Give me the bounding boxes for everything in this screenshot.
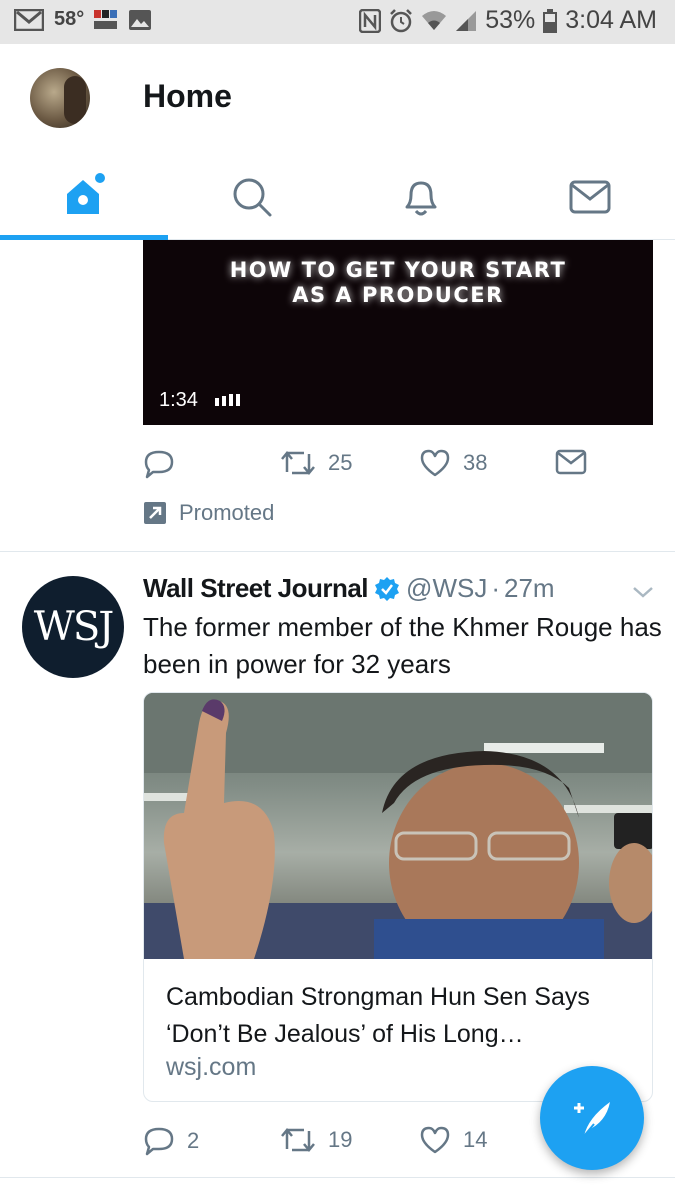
tab-bar [0,154,675,240]
promoted-icon [144,502,166,524]
mail-icon [569,180,611,214]
retweet-count: 25 [328,450,353,475]
card-photo [144,693,652,959]
reply-count: 2 [187,1128,200,1153]
card-domain: wsj.com [166,1053,257,1081]
retweet-icon [281,451,315,475]
compose-tweet-button[interactable] [540,1066,644,1170]
reply-icon [144,1127,174,1156]
reply-button[interactable]: 2 [143,1125,199,1157]
author-name[interactable]: Wall Street Journal [143,573,369,604]
signal-icon [456,10,477,31]
npr-news-icon [94,9,118,29]
retweet-icon [281,1128,315,1152]
like-count: 14 [463,1127,488,1152]
link-card[interactable]: Cambodian Strongman Hun Sen Says ‘Don’t … [143,692,653,1102]
heart-icon [420,449,450,477]
card-image [144,693,652,959]
compose-feather-icon [574,1102,610,1137]
promoted-text: Promoted [179,500,275,525]
tweet-header: Wall Street Journal @WSJ · 27m [143,573,555,604]
page-title: Home [143,78,232,114]
tab-notifications[interactable] [337,154,505,240]
volume-bars-icon [215,394,240,406]
tab-search[interactable] [168,154,336,240]
timeline: HOW TO GET YOUR START AS A PRODUCER 1:34… [0,240,675,1200]
like-button[interactable]: 14 [419,1125,487,1155]
dm-share-button[interactable] [555,448,587,476]
wsj-avatar[interactable]: WSJ [22,576,124,678]
retweet-button[interactable]: 25 [280,448,352,478]
clock: 3:04 AM [565,6,657,34]
promoted-label[interactable]: Promoted [143,500,274,526]
tweet-divider [0,551,675,552]
profile-avatar[interactable] [30,68,90,128]
battery-icon [543,8,558,33]
card-title: Cambodian Strongman Hun Sen Says ‘Don’t … [166,983,590,1048]
nfc-icon [359,8,382,33]
video-player[interactable]: HOW TO GET YOUR START AS A PRODUCER 1:34 [143,240,653,425]
tweet-text: The former member of the Khmer Rouge has… [143,612,662,679]
temperature: 58° [54,8,85,30]
video-title: HOW TO GET YOUR START AS A PRODUCER [229,258,567,307]
mail-icon [555,449,587,475]
verified-icon [375,576,400,601]
tweet-divider [0,1177,675,1178]
like-count: 38 [463,450,488,475]
chevron-down-icon[interactable] [631,584,655,600]
gmail-icon [14,8,44,31]
battery-percent: 53% [485,6,536,34]
promoted-tweet-actions: 25 38 [143,448,653,484]
tab-messages[interactable] [506,154,674,240]
reply-button[interactable] [143,448,175,480]
app-bar: Home [0,44,675,240]
search-icon [233,178,272,217]
bell-icon [405,181,437,216]
heart-icon [420,1126,450,1154]
gallery-icon [129,9,152,30]
author-handle[interactable]: @WSJ [406,573,487,604]
alarm-icon [390,8,413,32]
tab-home[interactable] [0,154,168,240]
retweet-count: 19 [328,1127,353,1152]
video-duration: 1:34 [159,389,198,411]
like-button[interactable]: 38 [419,448,487,478]
tweet-time: 27m [504,573,555,603]
status-bar: 58° 53% 3:04 AM [0,0,675,44]
wifi-icon [422,10,447,30]
retweet-button[interactable]: 19 [280,1125,352,1155]
separator-dot: · [491,573,500,603]
reply-icon [144,450,174,479]
home-icon [67,173,105,214]
